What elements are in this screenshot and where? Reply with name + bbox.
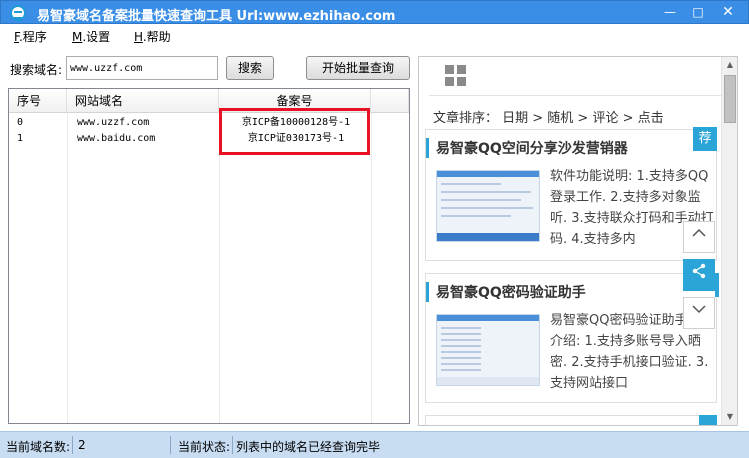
vertical-scrollbar[interactable]: ▲ ▼ [721,57,737,425]
menu-help[interactable]: H.帮助 [134,28,171,45]
maximize-button[interactable]: □ [685,2,711,22]
menu-settings-label: .设置 [82,30,111,44]
article-panel: 文章排序： 日期 > 随机 > 评论 > 点击 易智豪QQ空间分享沙发营销器 软… [418,56,738,426]
scroll-up-arrow-icon[interactable]: ▲ [722,57,737,73]
scrollbar-thumb[interactable] [724,75,736,123]
menu-help-key: H [134,30,143,44]
card-tag [715,273,719,297]
close-button[interactable]: ✕ [712,2,744,22]
domain-count-label: 当前域名数: [6,440,71,454]
menu-program[interactable]: F.程序 [14,28,47,45]
title-bar: 易智豪域名备案批量快速查询工具 Url:www.ezhihao.com — □ … [0,0,749,24]
article-title[interactable]: 易智豪QQ密码验证助手 [436,282,586,302]
article-thumbnail[interactable] [436,170,540,242]
column-divider [219,113,220,423]
batch-query-button[interactable]: 开始批量查询 [306,56,410,80]
grid-menu-icon[interactable] [445,65,467,87]
column-header-empty [371,89,409,113]
column-divider [67,113,68,423]
status-divider [72,436,73,454]
recommend-badge: 荐 [693,127,717,151]
search-input[interactable] [66,56,218,80]
card-accent-bar [426,282,429,302]
column-header-domain[interactable]: 网站域名 [67,89,219,113]
chevron-down-icon [692,305,706,314]
menu-settings-key: M [72,30,83,44]
row-index: 0 [17,117,24,128]
scroll-down-arrow-icon[interactable]: ▼ [722,409,737,425]
status-divider [232,436,233,454]
window-title: 易智豪域名备案批量快速查询工具 Url:www.ezhihao.com [37,9,396,24]
card-tag [699,415,717,425]
app-logo-icon [10,5,26,21]
share-button[interactable] [683,259,715,291]
status-bar: 当前域名数: 2 当前状态: 列表中的域名已经查询完毕 [0,431,749,458]
search-label: 搜索域名: [10,63,63,77]
icp-highlight-box [219,108,370,155]
article-thumbnail[interactable] [436,314,540,386]
scroll-up-float-button[interactable] [683,221,715,253]
scroll-down-float-button[interactable] [683,297,715,329]
share-icon [692,263,706,279]
column-header-index[interactable]: 序号 [9,89,67,113]
menu-settings[interactable]: M.设置 [72,28,110,45]
row-domain: www.baidu.com [77,133,156,144]
status-state-value: 列表中的域名已经查询完毕 [236,440,381,454]
chevron-up-icon [692,228,706,237]
row-index: 1 [17,133,24,144]
status-state-label: 当前状态: [178,440,231,454]
article-card[interactable] [425,415,717,425]
domain-count-value: 2 [78,438,86,452]
menu-bar: F.程序 M.设置 H.帮助 [0,24,749,48]
menu-help-label: .帮助 [142,30,171,44]
article-card[interactable]: 易智豪QQ密码验证助手 易智豪QQ密码验证助手功能介绍: 1.支持多账号导入晒密… [425,273,717,403]
article-title[interactable]: 易智豪QQ空间分享沙发营销器 [436,138,628,158]
row-domain: www.uzzf.com [77,117,150,128]
card-accent-bar [426,138,429,158]
menu-program-label: .程序 [18,30,47,44]
divider [429,95,721,96]
minimize-button[interactable]: — [657,2,683,22]
column-divider [371,113,372,423]
status-divider [170,436,171,454]
article-card[interactable]: 易智豪QQ空间分享沙发营销器 软件功能说明: 1.支持多QQ登录工作. 2.支持… [425,129,717,261]
search-button[interactable]: 搜索 [226,56,274,80]
article-sort-links[interactable]: 文章排序： 日期 > 随机 > 评论 > 点击 [433,107,664,126]
